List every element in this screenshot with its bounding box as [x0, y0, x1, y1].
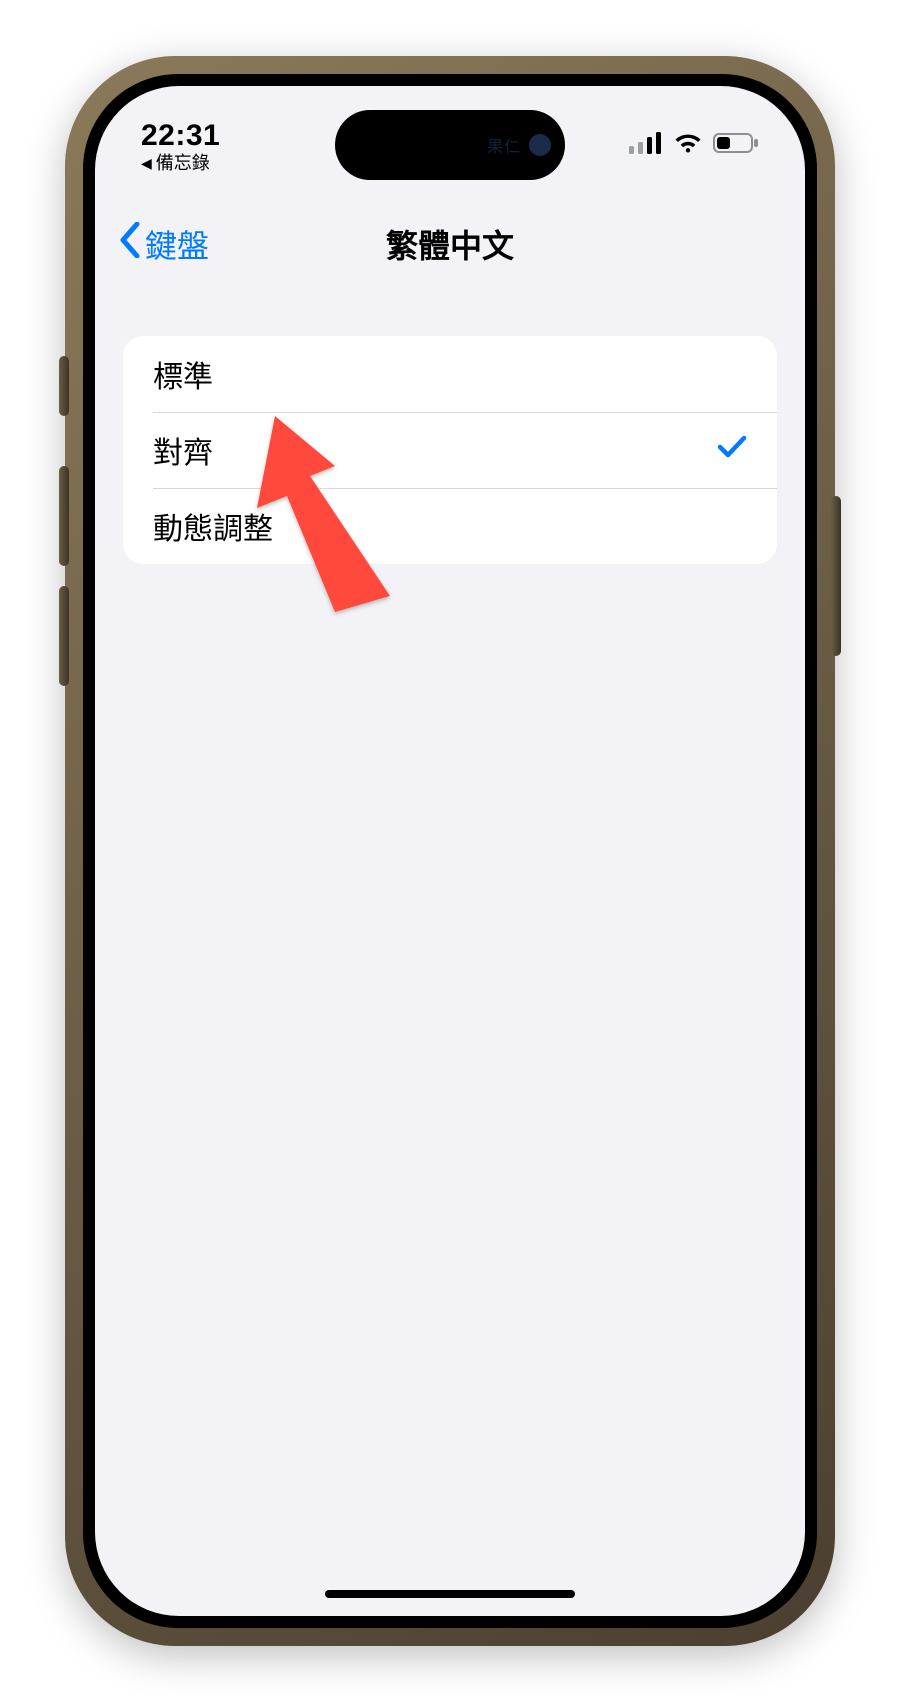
silence-switch — [59, 356, 69, 416]
island-text: 果仁 — [487, 133, 521, 157]
cellular-icon — [629, 132, 663, 154]
option-row-standard[interactable]: 標準 — [123, 336, 777, 412]
volume-down-button — [59, 586, 69, 686]
screen: 果仁 22:31 ◀ 備忘錄 — [95, 86, 805, 1616]
option-label: 標準 — [153, 352, 213, 396]
power-button — [831, 496, 841, 656]
home-indicator[interactable] — [325, 1590, 575, 1598]
breadcrumb-back-icon: ◀ — [141, 156, 152, 171]
island-camera-dot — [529, 134, 551, 156]
chevron-left-icon — [117, 222, 141, 265]
options-group: 標準 對齊 動態調整 — [123, 336, 777, 564]
page-title: 繁體中文 — [386, 221, 514, 267]
phone-frame: 果仁 22:31 ◀ 備忘錄 — [65, 56, 835, 1646]
option-row-dynamic[interactable]: 動態調整 — [123, 488, 777, 564]
wifi-icon — [673, 132, 703, 154]
status-icons — [629, 132, 759, 154]
back-button[interactable]: 鍵盤 — [117, 221, 209, 267]
option-row-aligned[interactable]: 對齊 — [123, 412, 777, 488]
phone-bezel: 果仁 22:31 ◀ 備忘錄 — [83, 74, 817, 1628]
dynamic-island: 果仁 — [335, 110, 565, 180]
breadcrumb-app-label: 備忘錄 — [156, 154, 210, 174]
option-label: 動態調整 — [153, 504, 273, 548]
battery-icon — [713, 132, 759, 154]
option-label: 對齊 — [153, 428, 213, 472]
back-label: 鍵盤 — [145, 221, 209, 267]
breadcrumb-back-to-app[interactable]: ◀ 備忘錄 — [141, 154, 210, 174]
volume-up-button — [59, 466, 69, 566]
nav-bar: 鍵盤 繁體中文 — [95, 206, 805, 282]
checkmark-icon — [717, 430, 747, 469]
status-time: 22:31 — [141, 119, 220, 152]
